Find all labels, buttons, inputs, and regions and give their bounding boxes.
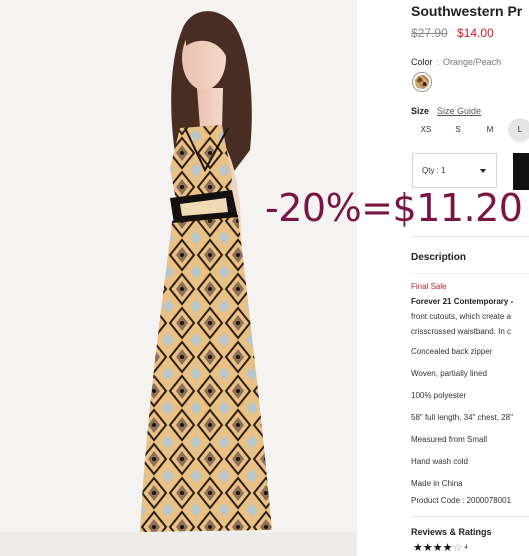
color-separator: : — [436, 57, 440, 67]
product-info-panel: Southwestern Pr $27.90 $14.00 Color: Oran… — [411, 0, 529, 556]
product-photo[interactable] — [0, 0, 357, 556]
star-filled-icon: ★ — [442, 542, 453, 554]
divider — [411, 236, 529, 237]
price-row: $27.90 $14.00 — [411, 26, 494, 40]
color-swatch-orange-peach[interactable] — [412, 72, 432, 92]
size-row: Size Size Guide — [411, 106, 481, 116]
size-option-s[interactable]: S — [446, 118, 470, 142]
description-text-line: crisscrossed waistband. In c — [411, 327, 512, 336]
star-filled-icon: ★ — [432, 542, 443, 554]
model-illustration — [0, 11, 357, 556]
quantity-select[interactable]: Qty : 1 — [412, 153, 497, 188]
description-bullet: Hand wash cold — [411, 457, 468, 466]
description-bullet: 100% polyester — [411, 391, 467, 400]
star-filled-icon: ★ — [422, 542, 433, 554]
star-filled-icon: ★ — [413, 542, 423, 554]
star-empty-icon: ☆ — [452, 542, 463, 554]
description-bullet: Woven, partially lined — [411, 369, 487, 378]
sale-price: $14.00 — [457, 26, 494, 40]
color-row: Color: Orange/Peach — [411, 57, 501, 67]
description-heading[interactable]: Description — [411, 252, 466, 263]
size-label: Size — [411, 106, 430, 116]
final-sale-label: Final Sale — [411, 282, 447, 291]
size-option-l[interactable]: L — [508, 118, 529, 142]
brand-text: Forever 21 Contemporary - — [411, 297, 514, 306]
divider — [411, 516, 529, 517]
color-label: Color — [411, 57, 433, 67]
product-title: Southwestern Pr — [411, 3, 523, 19]
description-bullet: Measured from Small — [411, 435, 488, 444]
chevron-down-icon — [480, 169, 486, 173]
description-brand-line: Forever 21 Contemporary - — [411, 297, 513, 306]
star-rating[interactable]: ★★★★☆ 4 — [413, 541, 468, 555]
add-to-bag-button[interactable] — [513, 153, 529, 190]
divider — [411, 273, 529, 274]
description-bullet: 58" full length, 34" chest, 28" — [411, 413, 513, 422]
swatch-pattern — [415, 75, 429, 89]
reviews-heading[interactable]: Reviews & Ratings — [411, 527, 492, 537]
description-text-line: front cutouts, which create a — [411, 312, 512, 321]
quantity-label: Qty : 1 — [422, 166, 446, 175]
size-option-m[interactable]: M — [478, 118, 502, 142]
star-icons: ★★★★☆ — [413, 542, 462, 554]
product-code: Product Code : 2000078001 — [411, 496, 512, 505]
description-bullet: Made in China — [411, 479, 463, 488]
size-option-xs[interactable]: XS — [414, 118, 438, 142]
size-guide-link[interactable]: Size Guide — [437, 106, 481, 116]
description-bullet: Concealed back zipper — [411, 347, 493, 356]
review-count: 4 — [464, 545, 468, 551]
original-price: $27.90 — [411, 26, 448, 40]
size-options: XS S M L — [411, 118, 529, 142]
color-value: Orange/Peach — [443, 57, 502, 67]
